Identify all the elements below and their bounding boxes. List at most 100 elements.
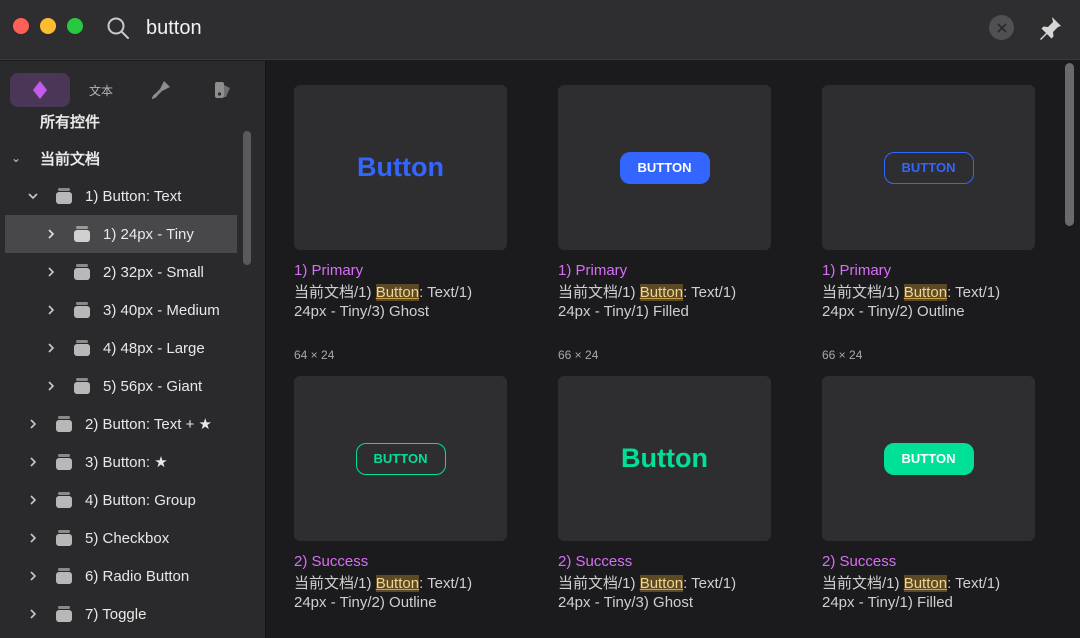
tab-text[interactable]: 文本 — [71, 73, 131, 107]
chevron-right-icon — [30, 571, 37, 581]
tree-item-label: 6) Radio Button — [85, 567, 190, 585]
tab-components[interactable] — [10, 73, 70, 107]
tab-style[interactable] — [131, 73, 191, 107]
component-preview[interactable]: Button — [558, 376, 771, 541]
result-title: 2) Success — [822, 553, 897, 570]
tree-item-toggle[interactable]: 7) Toggle — [0, 595, 246, 633]
symbol-stack-icon — [74, 378, 90, 394]
preview-button-outline: BUTTON — [355, 442, 446, 475]
preview-button-ghost: Button — [621, 443, 708, 473]
symbol-stack-icon — [74, 264, 90, 280]
search-icon — [107, 17, 129, 39]
chevron-right-icon — [30, 457, 37, 467]
component-preview[interactable]: BUTTON — [558, 85, 771, 250]
tree-item-all-controls[interactable]: 所有控件 — [0, 113, 246, 139]
tree-item-button-text-star[interactable]: 2) Button: Text + ★ — [0, 405, 246, 443]
tab-text-label: 文本 — [88, 83, 113, 98]
tree-item-label: 1) 24px - Tiny — [103, 225, 194, 243]
tree-item-label: 2) Button: Text + ★ — [85, 416, 212, 433]
symbol-stack-icon — [74, 302, 90, 318]
result-card[interactable]: BUTTON 2) Success 当前文档/1) Button: Text/1) 2… — [294, 376, 507, 638]
result-path: 当前文档/1) Button: Text/1) 24px - Tiny/2) Ou… — [822, 283, 1000, 321]
result-path-mid: : Text/1) — [683, 284, 737, 301]
search-input[interactable] — [146, 12, 746, 44]
result-path-mid: : Text/1) — [683, 575, 737, 592]
tree-item-button-text[interactable]: 1) Button: Text — [0, 177, 246, 215]
tree-item-label: 1) Button: Text — [85, 187, 182, 205]
result-path-mid: : Text/1) — [419, 284, 473, 301]
result-path-mid: : Text/1) — [419, 575, 473, 592]
result-size: 66 × 24 — [558, 348, 599, 362]
title-bar — [0, 0, 1080, 60]
result-path-mid: : Text/1) — [947, 284, 1001, 301]
result-path-prefix: 当前文档/1) — [294, 575, 376, 592]
preview-button-ghost: Button — [357, 152, 444, 182]
result-title: 2) Success — [558, 553, 633, 570]
result-title: 1) Primary — [558, 262, 628, 279]
result-card[interactable]: Button 2) Success 当前文档/1) Button: Text/1) 2… — [558, 376, 771, 638]
tree-item-label: 7) Toggle — [85, 605, 147, 623]
tab-color[interactable] — [193, 73, 253, 107]
result-path-prefix: 当前文档/1) — [822, 575, 904, 592]
result-title: 2) Success — [294, 553, 369, 570]
result-path: 当前文档/1) Button: Text/1) 24px - Tiny/1) Fi… — [822, 574, 1000, 612]
tree-item-label: 5) 56px - Giant — [103, 377, 203, 395]
search-match-highlight: Button — [639, 284, 684, 301]
symbol-stack-icon — [56, 188, 72, 204]
tree-item-40px-medium[interactable]: 3) 40px - Medium — [0, 291, 246, 329]
clear-search-button[interactable] — [989, 15, 1014, 40]
tree-item-current-document[interactable]: ⌄ 当前文档 — [0, 139, 246, 177]
sidebar: 文本 所有控件 ⌄ 当前文档 1) Button: Text 1) 24px -… — [0, 61, 266, 638]
chevron-right-icon — [48, 381, 55, 391]
diamond-icon — [33, 81, 47, 99]
result-card[interactable]: BUTTON 2) Success 当前文档/1) Button: Text/1) 2… — [822, 376, 1035, 638]
chevron-right-icon — [30, 609, 37, 619]
result-path-prefix: 当前文档/1) — [558, 575, 640, 592]
minimize-window-button[interactable] — [40, 18, 56, 34]
chevron-right-icon — [30, 533, 37, 543]
symbol-stack-icon — [74, 226, 90, 242]
result-size: 64 × 24 — [294, 348, 335, 362]
result-card[interactable]: Button 1) Primary 当前文档/1) Button: Text/1) 2… — [294, 85, 507, 365]
symbol-stack-icon — [56, 454, 72, 470]
result-title: 1) Primary — [822, 262, 892, 279]
color-palette-icon — [215, 82, 230, 98]
chevron-down-icon — [28, 193, 38, 200]
component-preview[interactable]: BUTTON — [822, 85, 1035, 250]
sidebar-tabs: 文本 — [0, 61, 265, 117]
result-path: 当前文档/1) Button: Text/1) 24px - Tiny/2) Ou… — [294, 574, 472, 612]
chevron-right-icon — [48, 267, 55, 277]
component-preview[interactable]: BUTTON — [822, 376, 1035, 541]
pin-icon[interactable] — [1036, 14, 1064, 42]
tree-item-button-group[interactable]: 4) Button: Group — [0, 481, 246, 519]
search-match-highlight: Button — [639, 575, 684, 592]
result-card[interactable]: BUTTON 1) Primary 当前文档/1) Button: Text/1) 2… — [558, 85, 771, 365]
tree-item-32px-small[interactable]: 2) 32px - Small — [0, 253, 246, 291]
symbol-stack-icon — [74, 340, 90, 356]
tree-item-button-star[interactable]: 3) Button: ★ — [0, 443, 246, 481]
results-scrollbar[interactable] — [1065, 63, 1074, 226]
result-card[interactable]: BUTTON 1) Primary 当前文档/1) Button: Text/1) 2… — [822, 85, 1035, 365]
component-preview[interactable]: Button — [294, 85, 507, 250]
tree-item-radio-button[interactable]: 6) Radio Button — [0, 557, 246, 595]
symbol-stack-icon — [56, 568, 72, 584]
zoom-window-button[interactable] — [67, 18, 83, 34]
tree-item-56px-giant[interactable]: 5) 56px - Giant — [0, 367, 246, 405]
close-window-button[interactable] — [13, 18, 29, 34]
tree-item-label: 2) 32px - Small — [103, 263, 204, 281]
sidebar-scrollbar[interactable] — [243, 131, 251, 265]
search-match-highlight: Button — [903, 575, 948, 592]
component-preview[interactable]: BUTTON — [294, 376, 507, 541]
chevron-right-icon — [48, 305, 55, 315]
symbol-stack-icon — [56, 492, 72, 508]
tree-item-24px-tiny[interactable]: 1) 24px - Tiny — [5, 215, 237, 253]
tree-item-48px-large[interactable]: 4) 48px - Large — [0, 329, 246, 367]
results-grid: Button 1) Primary 当前文档/1) Button: Text/1) 2… — [267, 61, 1080, 638]
tree-item-label: 当前文档 — [40, 150, 101, 168]
result-path-line2: 24px - Tiny/3) Ghost — [558, 594, 694, 611]
result-path-prefix: 当前文档/1) — [294, 284, 376, 301]
chevron-right-icon — [48, 343, 55, 353]
tree-item-checkbox[interactable]: 5) Checkbox — [0, 519, 246, 557]
result-path-line2: 24px - Tiny/1) Filled — [558, 303, 689, 320]
result-path-mid: : Text/1) — [947, 575, 1001, 592]
